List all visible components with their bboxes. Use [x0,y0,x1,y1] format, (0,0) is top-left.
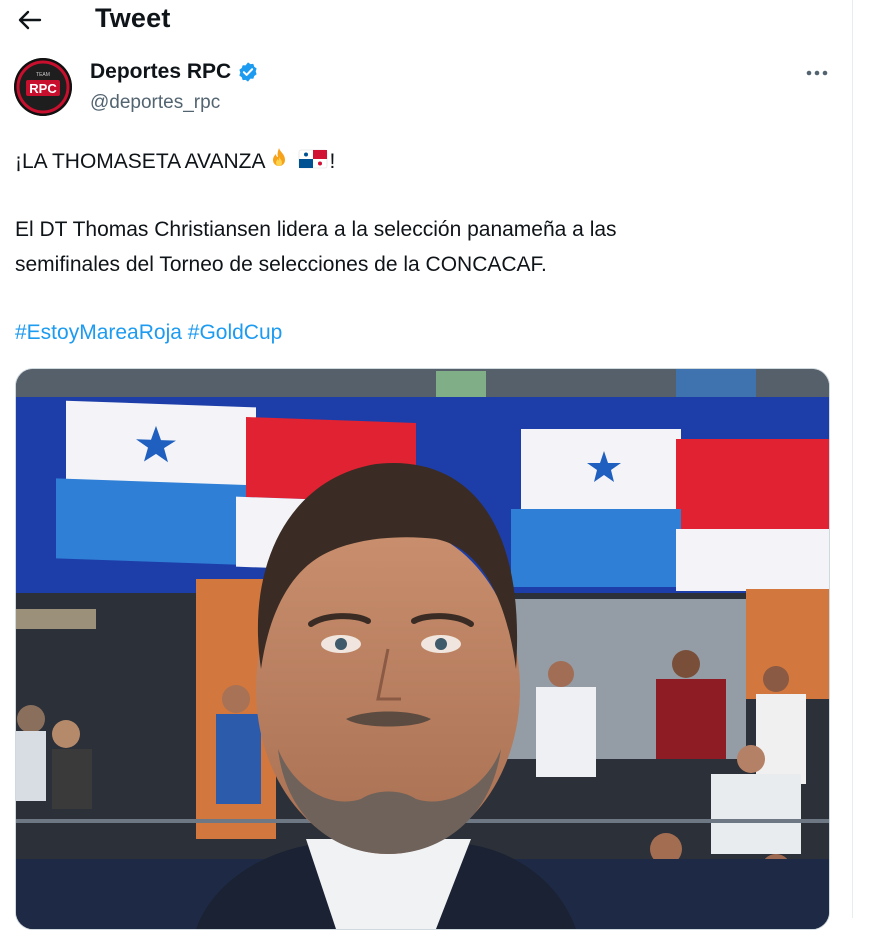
tweet-body-line-2: semifinales del Torneo de selecciones de… [15,253,547,276]
avatar-top-text: TEAM [36,72,50,78]
arrow-left-icon [18,10,42,30]
avatar[interactable]: RPC TEAM [14,58,72,116]
hashtag-row: #EstoyMareaRoja #GoldCup [15,315,282,350]
hashtag-estoymarearoja[interactable]: #EstoyMareaRoja [15,321,182,344]
fire-icon [272,148,285,166]
avatar-text: RPC [29,81,57,96]
tweet-body-line-1: El DT Thomas Christiansen lidera a la se… [15,218,617,241]
tweet-photo[interactable] [15,368,830,930]
column-border [852,0,853,918]
panama-flag-icon [298,149,327,169]
author-name[interactable]: Deportes RPC [90,60,231,84]
verified-badge-icon [239,62,257,82]
author-handle[interactable]: @deportes_rpc [90,92,220,114]
photo-image [16,369,829,929]
more-horizontal-icon [806,70,828,76]
author-name-row: Deportes RPC [90,60,259,84]
tweet-headline: ¡LA THOMASETA AVANZA! [15,144,335,179]
tweet-header: Tweet [0,0,852,40]
page-title: Tweet [95,3,171,33]
more-options-button[interactable] [802,60,832,86]
rpc-logo-icon: RPC TEAM [14,58,72,116]
tweet-headline-end: ! [329,150,336,173]
tweet-headline-text: ¡LA THOMASETA AVANZA [15,150,266,173]
back-button[interactable] [16,6,44,34]
hashtag-goldcup[interactable]: #GoldCup [188,321,283,344]
